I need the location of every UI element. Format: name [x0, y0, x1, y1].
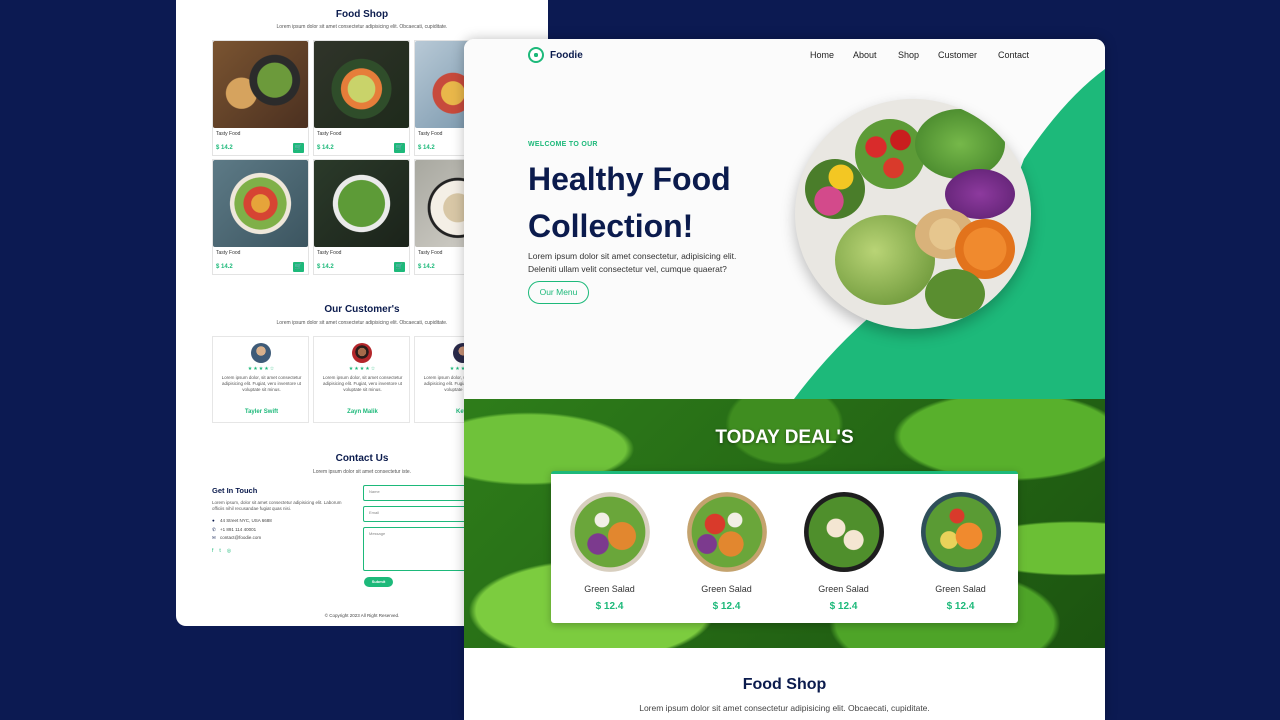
product-price: $ 14.2 [216, 264, 233, 270]
product-card[interactable]: Tasty Food $ 14.2 🛒 [313, 40, 410, 156]
product-card[interactable]: Tasty Food $ 14.2 🛒 [313, 159, 410, 275]
hero-text-line2: Deleniti ullam velit consectetur vel, cu… [528, 264, 727, 274]
deal-price: $ 12.4 [595, 601, 624, 612]
hero-title: Healthy Food Collection! [528, 156, 731, 250]
phone-icon: ✆ [212, 527, 216, 532]
nav-about[interactable]: About [853, 50, 877, 60]
product-card[interactable]: Tasty Food $ 14.2 🛒 [212, 159, 309, 275]
customer-name: Zayn Malik [347, 409, 378, 415]
product-price: $ 14.2 [317, 264, 334, 270]
today-deals-section: TODAY DEAL'S Green Salad $ 12.4 Green Sa… [464, 399, 1105, 648]
email-text: contact@foodie.com [220, 535, 262, 540]
email-field[interactable]: Email [363, 506, 473, 522]
deal-name: Green Salad [935, 584, 986, 594]
deal-name: Green Salad [584, 584, 635, 594]
product-name: Tasty Food [317, 250, 342, 256]
instagram-icon[interactable]: ◎ [227, 548, 237, 554]
product-price: $ 14.2 [317, 145, 334, 151]
cart-icon[interactable]: 🛒 [293, 262, 304, 272]
product-name: Tasty Food [418, 131, 443, 137]
address-text: 44 Street NYC, USA 6688 [220, 518, 272, 523]
deal-bowl-image [570, 492, 650, 572]
hero-eyebrow: WELCOME TO OUR [528, 141, 598, 148]
front-page-preview: Foodie Home About Shop Customer Contact … [464, 39, 1105, 720]
shop-subtitle: Lorem ipsum dolor sit amet consectetur a… [639, 703, 930, 713]
deals-card: Green Salad $ 12.4 Green Salad $ 12.4 Gr… [551, 471, 1018, 623]
name-field[interactable]: Name [363, 485, 473, 501]
product-image [213, 160, 308, 247]
cart-icon[interactable]: 🛒 [394, 262, 405, 272]
product-price: $ 14.2 [418, 145, 435, 151]
food-shop-subtitle: Lorem ipsum dolor sit amet consectetur a… [276, 24, 448, 30]
hero-section: Foodie Home About Shop Customer Contact … [464, 39, 1105, 399]
today-deals-title: TODAY DEAL'S [715, 427, 854, 448]
our-menu-button[interactable]: Our Menu [528, 281, 589, 304]
customer-name: Tayler Swift [244, 409, 279, 415]
deal-bowl-image [687, 492, 767, 572]
rating-stars: ★★★★☆ [247, 366, 276, 372]
deal-name: Green Salad [818, 584, 869, 594]
hero-salad-bowl-image [795, 99, 1031, 329]
hero-title-line2: Collection! [528, 208, 694, 244]
product-name: Tasty Food [317, 131, 342, 137]
get-in-touch-heading: Get In Touch [212, 486, 258, 495]
nav-contact[interactable]: Contact [998, 50, 1029, 60]
rating-stars: ★★★★☆ [348, 366, 377, 372]
deal-bowl-image [804, 492, 884, 572]
cart-icon[interactable]: 🛒 [293, 143, 304, 153]
mail-icon: ✉ [212, 535, 216, 540]
submit-button[interactable]: Submit [364, 577, 393, 587]
nav-shop[interactable]: Shop [898, 50, 919, 60]
hero-text-line1: Lorem ipsum dolor sit amet consectetur, … [528, 251, 737, 261]
cart-icon[interactable]: 🛒 [394, 143, 405, 153]
customer-review: Lorem ipsum dolor, sit amet consectetur … [221, 375, 302, 392]
nav-customer[interactable]: Customer [938, 50, 977, 60]
deal-item[interactable]: Green Salad $ 12.4 [551, 474, 668, 624]
deal-price: $ 12.4 [829, 601, 858, 612]
product-image [314, 160, 409, 247]
phone-text: +1 891 114 40001 [220, 527, 257, 532]
avatar [251, 343, 271, 363]
contact-email: ✉ contact@foodie.com [212, 535, 261, 541]
deal-price: $ 12.4 [712, 601, 741, 612]
product-image [213, 41, 308, 128]
customer-review: Lorem ipsum dolor, sit amet consectetur … [322, 375, 403, 392]
deal-price: $ 12.4 [946, 601, 975, 612]
deal-name: Green Salad [701, 584, 752, 594]
nav-home[interactable]: Home [810, 50, 834, 60]
contact-address: ● 44 Street NYC, USA 6688 [212, 518, 272, 523]
product-price: $ 14.2 [216, 145, 233, 151]
deal-item[interactable]: Green Salad $ 12.4 [902, 474, 1019, 624]
product-price: $ 14.2 [418, 264, 435, 270]
location-icon: ● [212, 518, 215, 523]
hero-text: Lorem ipsum dolor sit amet consectetur, … [528, 250, 736, 276]
logo-icon[interactable] [528, 47, 544, 63]
contact-phone: ✆ +1 891 114 40001 [212, 527, 256, 533]
customer-card: ★★★★☆ Lorem ipsum dolor, sit amet consec… [212, 336, 309, 423]
social-icons: ft◎ [212, 548, 237, 554]
message-field[interactable]: Message [363, 527, 473, 571]
product-image [314, 41, 409, 128]
product-name: Tasty Food [418, 250, 443, 256]
shop-title: Food Shop [742, 676, 827, 693]
contact-intro: Lorem ipsum, dolor sit amet consectetur … [212, 500, 342, 511]
product-name: Tasty Food [216, 250, 241, 256]
product-card[interactable]: Tasty Food $ 14.2 🛒 [212, 40, 309, 156]
brand-name[interactable]: Foodie [550, 50, 583, 61]
avatar [352, 343, 372, 363]
customer-card: ★★★★☆ Lorem ipsum dolor, sit amet consec… [313, 336, 410, 423]
food-shop-title: Food Shop [335, 9, 389, 20]
deal-item[interactable]: Green Salad $ 12.4 [668, 474, 785, 624]
hero-title-line1: Healthy Food [528, 161, 731, 197]
deal-item[interactable]: Green Salad $ 12.4 [785, 474, 902, 624]
product-name: Tasty Food [216, 131, 241, 137]
twitter-icon[interactable]: t [219, 548, 226, 554]
deal-bowl-image [921, 492, 1001, 572]
